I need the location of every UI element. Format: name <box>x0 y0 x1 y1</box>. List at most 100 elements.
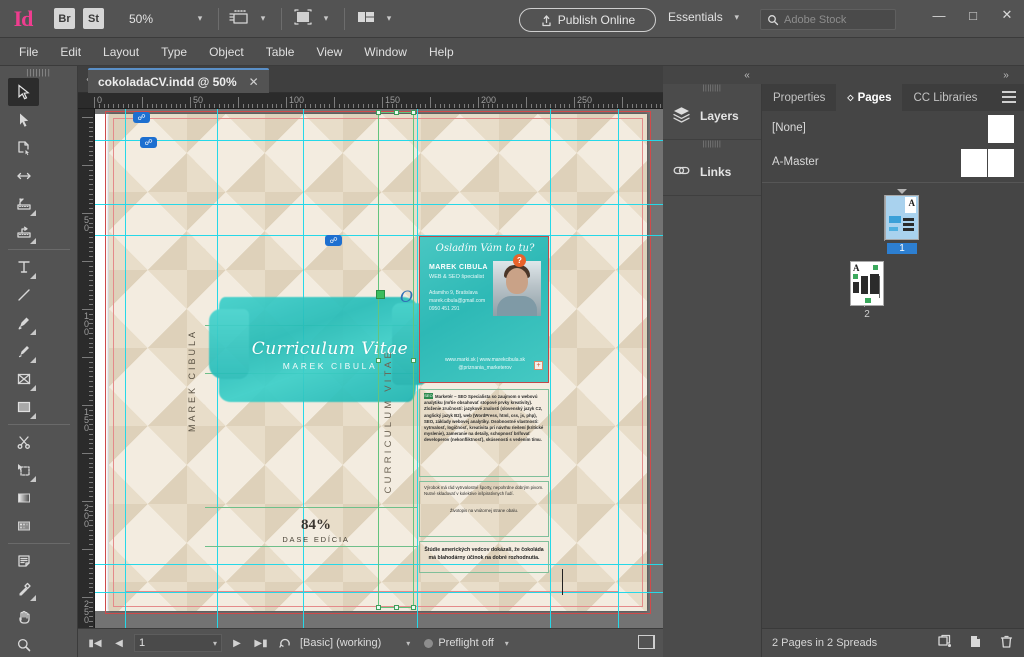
pages-thumbnails-area[interactable]: A 1 A 2 <box>762 183 1024 603</box>
minimize-button[interactable]: — <box>922 0 956 30</box>
preset-chevron-icon[interactable]: ▾ <box>406 639 410 648</box>
rectangle-tool[interactable] <box>8 393 39 421</box>
type-tool[interactable] <box>8 253 39 281</box>
document-tab[interactable]: cokoladaCV.indd @ 50% ✕ <box>88 68 269 93</box>
arrange-chevron-icon[interactable]: ▾ <box>381 13 397 24</box>
scissors-tool[interactable] <box>8 428 39 456</box>
page-tool[interactable] <box>8 134 39 162</box>
text-frame-1[interactable]: SEO Marketér – SEO Specialista so zaujmom… <box>419 389 549 477</box>
vertical-ruler[interactable]: 50 100 150 200 250 <box>78 109 95 628</box>
text-frame-2[interactable]: Výrobok má rád vytrvalostné športy, nepo… <box>419 481 549 537</box>
pencil-tool[interactable] <box>8 337 39 365</box>
next-page-icon[interactable]: ▶ <box>228 633 246 653</box>
document-canvas[interactable]: ☍ ☍ ☍ Curriculum Vitae MAREK CIBULA MARE… <box>95 109 663 628</box>
adobe-stock-search[interactable]: Adobe Stock <box>760 9 896 30</box>
selection-handle-mr[interactable] <box>411 358 416 363</box>
panel-menu-icon[interactable] <box>1002 91 1016 106</box>
first-page-icon[interactable]: ▮◀ <box>86 633 104 653</box>
menu-file[interactable]: File <box>8 38 49 66</box>
maximize-button[interactable]: □ <box>956 0 990 30</box>
line-tool[interactable] <box>8 281 39 309</box>
screen-mode-chevron-icon[interactable]: ▾ <box>318 13 334 24</box>
free-transform-tool[interactable] <box>8 456 39 484</box>
selection-handle-ml[interactable] <box>376 358 381 363</box>
link-badge-icon-3[interactable]: ☍ <box>325 235 342 246</box>
menu-view[interactable]: View <box>305 38 353 66</box>
panel-tab-pages[interactable]: ◇ Pages <box>836 84 903 111</box>
view-options-icon[interactable] <box>229 8 255 30</box>
content-collector-tool[interactable] <box>8 190 39 218</box>
menu-window[interactable]: Window <box>353 38 418 66</box>
publish-online-button[interactable]: Publish Online <box>519 8 656 32</box>
master-row-none[interactable]: [None] <box>762 111 1024 145</box>
panel-tab-properties[interactable]: Properties <box>762 84 836 111</box>
document-tab-close-icon[interactable]: ✕ <box>249 75 259 89</box>
collapse-dock-left-icon[interactable]: « <box>733 66 761 84</box>
link-badge-icon-1[interactable]: ☍ <box>133 112 150 123</box>
preset-loop-icon[interactable] <box>276 633 294 653</box>
link-badge-icon-2[interactable]: ☍ <box>140 137 157 148</box>
preflight-selector[interactable]: Preflight off ▾ <box>424 637 509 649</box>
zoom-dropdown-chevron-icon[interactable]: ▾ <box>192 13 208 24</box>
menu-object[interactable]: Object <box>198 38 255 66</box>
page-thumbnail-2[interactable]: A <box>850 261 884 306</box>
view-options-chevron-icon[interactable]: ▾ <box>255 13 271 24</box>
close-button[interactable]: ✕ <box>990 0 1024 30</box>
edit-page-size-icon[interactable] <box>937 634 952 652</box>
hand-tool[interactable] <box>8 603 39 631</box>
arrange-documents-icon[interactable] <box>355 8 381 30</box>
page-number-chevron-icon[interactable]: ▾ <box>213 639 217 648</box>
business-card-artwork[interactable]: Osladím Vám to tu? MAREK CIBULA WEB & SE… <box>419 236 549 383</box>
new-page-icon[interactable] <box>968 634 983 652</box>
portrait-photo[interactable] <box>493 261 541 316</box>
expand-dock-right-icon[interactable]: » <box>994 66 1018 84</box>
zoom-level-field[interactable]: 50% <box>126 12 192 26</box>
menu-table[interactable]: Table <box>255 38 306 66</box>
dock-grip[interactable]: |||||||| <box>663 84 761 92</box>
text-frame-3[interactable]: Štúdie amerických vedcov dokázali, že čo… <box>419 541 549 573</box>
selection-handle-bc[interactable] <box>394 605 399 610</box>
workspace-switcher[interactable]: Essentials ▾ <box>668 10 745 24</box>
gap-tool[interactable] <box>8 162 39 190</box>
direct-selection-tool[interactable] <box>8 106 39 134</box>
master-row-a-master[interactable]: A-Master <box>762 145 1024 179</box>
menu-edit[interactable]: Edit <box>49 38 92 66</box>
gradient-feather-tool[interactable] <box>8 512 39 540</box>
note-tool[interactable] <box>8 547 39 575</box>
menu-layout[interactable]: Layout <box>92 38 150 66</box>
dock-item-layers[interactable]: Layers <box>663 92 761 140</box>
page-number-label-1[interactable]: 1 <box>887 243 917 254</box>
workspace-chevron-icon[interactable]: ▾ <box>729 12 745 23</box>
page-thumbnail-1[interactable]: A <box>885 195 919 240</box>
pen-tool[interactable] <box>8 309 39 337</box>
dock-item-links[interactable]: Links <box>663 148 761 196</box>
page-number-field[interactable]: 1 ▾ <box>134 634 222 652</box>
content-placer-tool[interactable] <box>8 218 39 246</box>
tools-panel-grip[interactable]: |||||||| <box>0 66 77 78</box>
selection-handle-tl[interactable] <box>376 110 381 115</box>
last-page-icon[interactable]: ▶▮ <box>252 633 270 653</box>
menu-help[interactable]: Help <box>418 38 465 66</box>
panel-tab-cc-libraries[interactable]: CC Libraries <box>902 84 988 111</box>
bridge-button[interactable]: Br <box>54 8 75 29</box>
master-thumbnails[interactable] <box>988 115 1014 143</box>
menu-type[interactable]: Type <box>150 38 198 66</box>
selection-handle-bl[interactable] <box>376 605 381 610</box>
frame-tool[interactable] <box>8 365 39 393</box>
content-grabber-handle[interactable] <box>376 290 385 299</box>
stock-button[interactable]: St <box>83 8 104 29</box>
zoom-tool[interactable] <box>8 631 39 657</box>
delete-page-icon[interactable] <box>999 634 1014 652</box>
horizontal-ruler[interactable]: 0 50 100 150 200 250 <box>78 93 663 109</box>
preflight-chevron-icon[interactable]: ▾ <box>505 639 509 648</box>
selection-handle-br[interactable] <box>411 605 416 610</box>
previous-page-icon[interactable]: ◀ <box>110 633 128 653</box>
gradient-swatch-tool[interactable] <box>8 484 39 512</box>
selection-handle-tr[interactable] <box>411 110 416 115</box>
master-thumbnails[interactable] <box>961 149 1014 177</box>
preset-selector[interactable]: [Basic] (working) ▾ <box>300 637 410 649</box>
screen-mode-icon[interactable] <box>292 8 318 30</box>
eyedropper-tool[interactable] <box>8 575 39 603</box>
page-number-label-2[interactable]: 2 <box>852 309 882 320</box>
selection-handle-tc[interactable] <box>394 110 399 115</box>
